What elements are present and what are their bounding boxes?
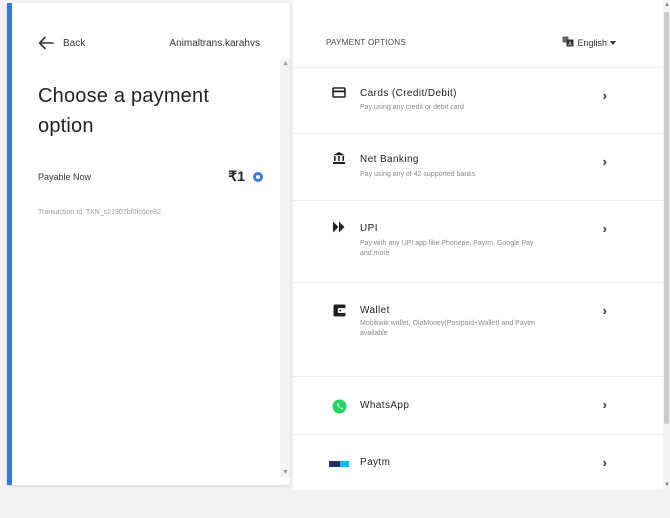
option-description: Pay using any credit or debit card xyxy=(360,104,464,111)
scrollbar-thumb[interactable] xyxy=(664,12,669,424)
payment-option-paytm[interactable]: Paytm › xyxy=(293,435,663,490)
payment-option-whatsapp[interactable]: WhatsApp › xyxy=(293,377,663,435)
scroll-down-icon[interactable]: ▼ xyxy=(282,469,289,476)
left-scrollbar[interactable]: ▲ ▼ xyxy=(280,58,290,478)
payment-options-title: PAYMENT OPTIONS xyxy=(326,38,407,47)
transaction-id: Transaction Id: TXN_c21907bf0fc6ce82 xyxy=(38,209,161,216)
credit-card-icon xyxy=(331,84,347,100)
wallet-icon xyxy=(331,302,347,318)
amount-wrap: ₹1 xyxy=(228,168,263,185)
payable-amount: ₹1 xyxy=(228,168,245,184)
paytm-icon xyxy=(329,456,349,472)
svg-text:A: A xyxy=(569,42,573,48)
chevron-right-icon: › xyxy=(602,88,607,103)
back-button[interactable]: Back xyxy=(38,36,85,50)
bank-icon xyxy=(331,150,347,166)
back-arrow-icon xyxy=(38,36,54,50)
payment-option-wallet[interactable]: Wallet Mobikwik wallet, OlaMoney(Postpai… xyxy=(293,283,663,377)
payment-option-cards[interactable]: Cards (Credit/Debit) Pay using any credi… xyxy=(293,68,663,134)
payable-row: Payable Now ₹1 xyxy=(38,168,263,185)
chevron-right-icon: › xyxy=(602,455,607,470)
language-selector[interactable]: A English xyxy=(562,36,616,49)
option-description: Mobikwik wallet, OlaMoney(Postpaid+Walle… xyxy=(360,320,536,337)
page-title: Choose a payment option xyxy=(38,85,210,137)
payment-options-header: PAYMENT OPTIONS A English xyxy=(293,0,663,68)
option-name: Cards (Credit/Debit) xyxy=(360,88,457,99)
scroll-down-icon[interactable]: ▼ xyxy=(664,482,670,488)
option-name: Net Banking xyxy=(360,154,419,165)
scroll-up-icon[interactable]: ▲ xyxy=(282,60,289,67)
upi-icon xyxy=(331,219,347,235)
payment-option-netbanking[interactable]: Net Banking Pay using any of 42 supporte… xyxy=(293,134,663,201)
translate-icon: A xyxy=(562,36,574,49)
merchant-name: Animaltrans.karahvs xyxy=(169,37,260,49)
summary-topbar: Back Animaltrans.karahvs xyxy=(38,33,260,53)
option-name: UPI xyxy=(360,223,378,234)
chevron-right-icon: › xyxy=(602,303,607,318)
page-scrollbar[interactable]: ▲ ▼ xyxy=(663,0,670,490)
option-name: Paytm xyxy=(360,457,391,468)
payment-options-panel: PAYMENT OPTIONS A English Cards (Credit/… xyxy=(293,0,663,490)
back-label: Back xyxy=(63,37,86,49)
chevron-right-icon: › xyxy=(602,221,607,236)
chevron-right-icon: › xyxy=(602,154,607,169)
option-name: WhatsApp xyxy=(360,400,410,411)
order-summary-panel: Back Animaltrans.karahvs Choose a paymen… xyxy=(7,3,290,485)
option-name: Wallet xyxy=(360,305,390,316)
chevron-down-icon xyxy=(610,40,616,45)
option-description: Pay with any UPI app like Phonepe, Paytm… xyxy=(360,240,534,257)
payable-label: Payable Now xyxy=(38,171,92,182)
option-description: Pay using any of 42 supported banks xyxy=(360,171,476,178)
payment-option-upi[interactable]: UPI Pay with any UPI app like Phonepe, P… xyxy=(293,201,663,283)
scroll-up-icon[interactable]: ▲ xyxy=(664,2,670,8)
chevron-right-icon: › xyxy=(602,397,607,412)
language-label: English xyxy=(577,37,607,48)
whatsapp-icon xyxy=(331,398,347,414)
amount-info-icon[interactable] xyxy=(253,171,263,182)
